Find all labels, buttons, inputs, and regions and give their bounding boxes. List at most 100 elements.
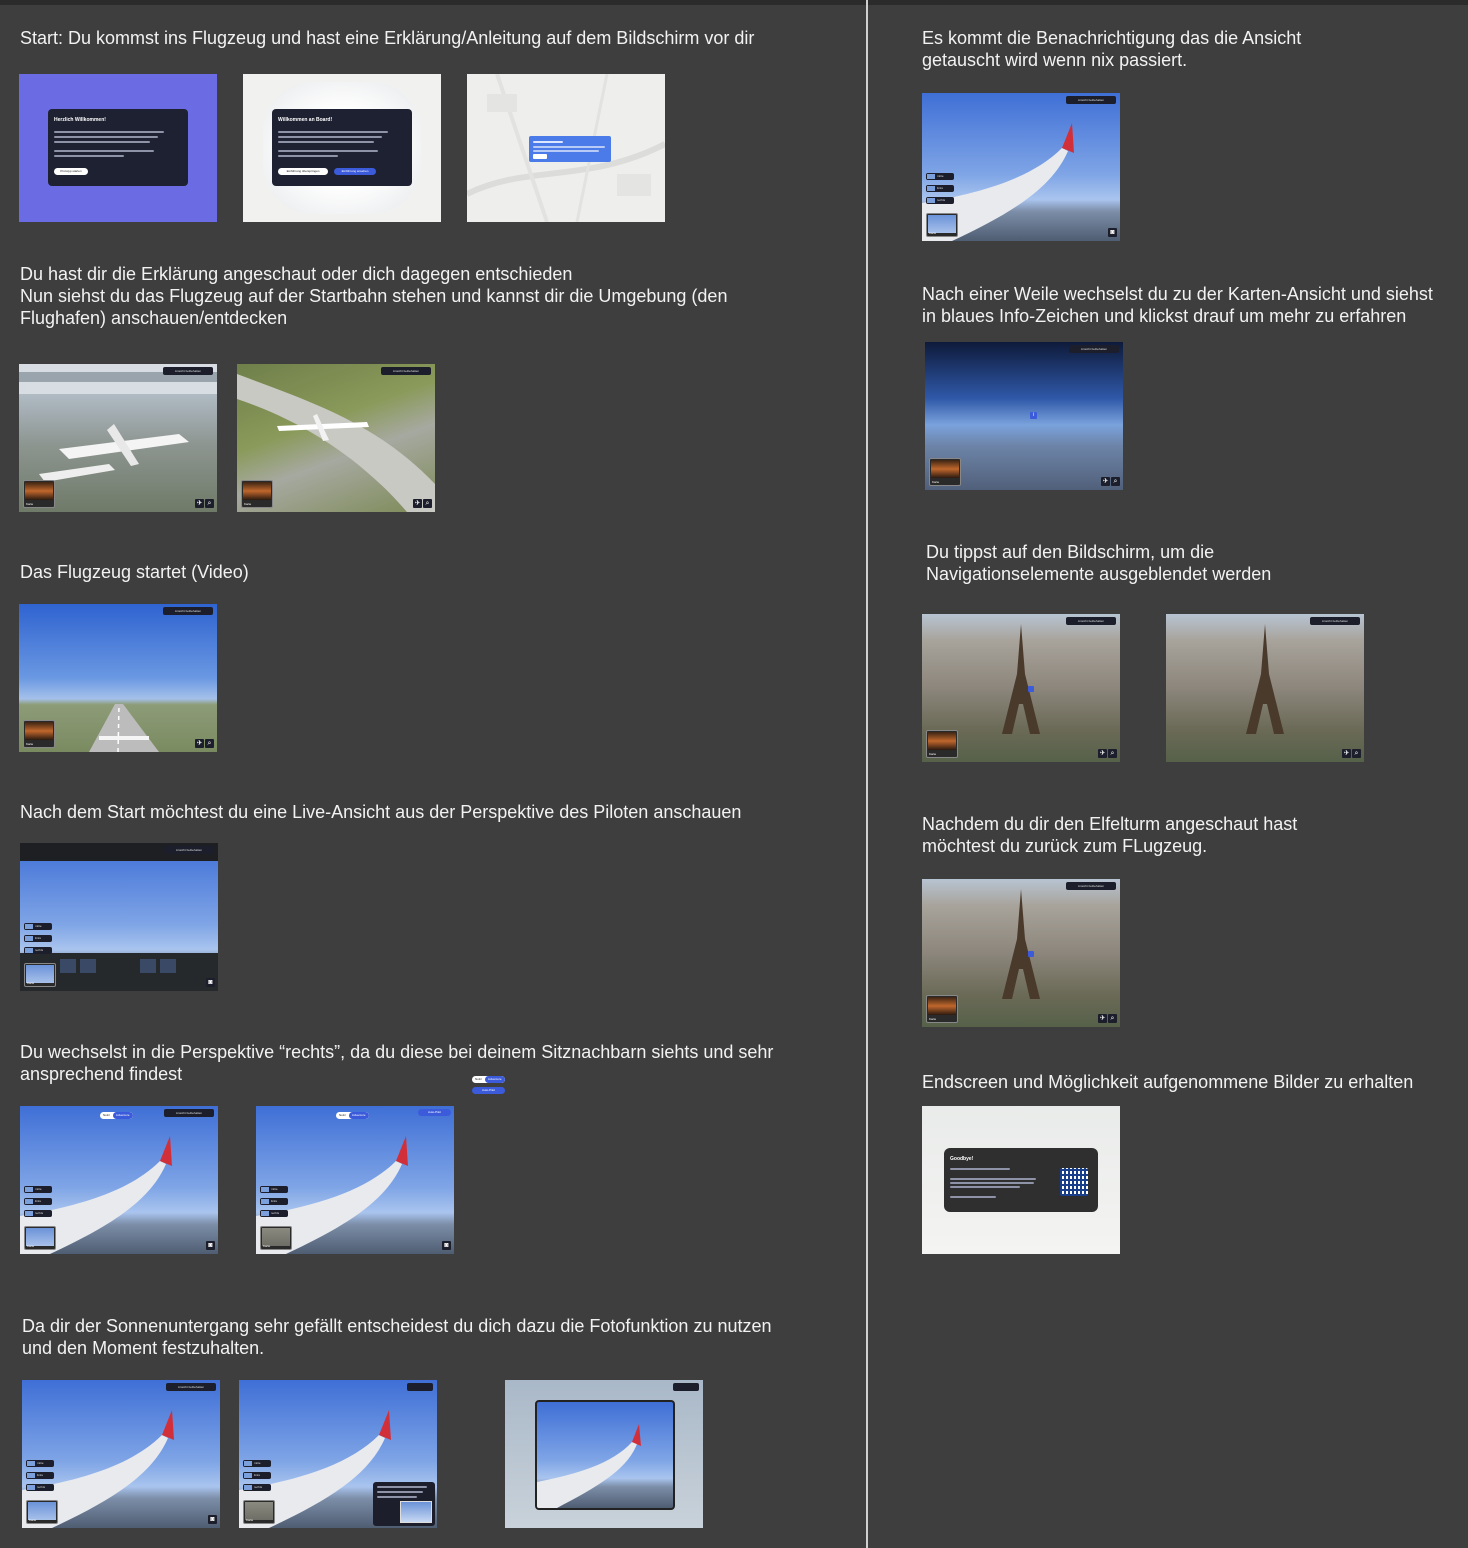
camera-icon[interactable]: ◙: [1108, 228, 1117, 237]
screen-photo-2: mitte links rechts Karte: [239, 1380, 437, 1528]
nav-icons: ◙: [442, 1241, 451, 1250]
nav-icons: ✈ ⌕: [1098, 1014, 1117, 1023]
airplane-icon[interactable]: ✈: [413, 499, 422, 508]
goodbye-modal: Goodbye!: [944, 1148, 1098, 1212]
wing-scene: [537, 1424, 641, 1508]
keep-view-button[interactable]: Ansicht beibehalten: [381, 367, 431, 375]
camera-thumbnail[interactable]: Karte: [241, 480, 273, 508]
keep-view-button[interactable]: Ansicht beibehalten: [166, 1383, 216, 1391]
mode-toggle[interactable]: Notiz Adventure: [336, 1112, 369, 1119]
search-icon[interactable]: ⌕: [1108, 749, 1117, 758]
screen-airport-2: Ansicht beibehalten Karte ✈ ⌕: [237, 364, 435, 512]
perspective-rechts[interactable]: rechts: [243, 1484, 271, 1491]
perspective-mitte[interactable]: mitte: [260, 1186, 288, 1193]
map-thumbnail[interactable]: Karte: [260, 1226, 292, 1250]
text-line: [54, 141, 150, 143]
keep-view-button[interactable]: Ansicht beibehalten: [163, 367, 213, 375]
perspective-rechts[interactable]: rechts: [24, 1210, 52, 1217]
text-line: [54, 150, 154, 152]
camera-icon[interactable]: ◙: [208, 1515, 217, 1524]
search-icon[interactable]: ⌕: [205, 739, 214, 748]
perspective-links[interactable]: links: [24, 935, 52, 942]
text-line: [950, 1182, 1034, 1184]
perspective-mitte[interactable]: mitte: [926, 173, 954, 180]
camera-thumbnail[interactable]: Karte: [24, 963, 56, 987]
nav-icons: ✈ ⌕: [413, 499, 432, 508]
auto-pilot-badge[interactable]: Auto-Pilot: [418, 1109, 451, 1116]
screen-photo-1: Ansicht beibehalten mitte links rechts K…: [22, 1380, 220, 1528]
right-step-5-text: Endscreen und Möglichkeit aufgenommene B…: [922, 1072, 1414, 1092]
airplane-icon[interactable]: ✈: [1098, 749, 1107, 758]
auto-pilot-badge-sample[interactable]: Auto-Pilot: [472, 1087, 505, 1094]
start-prototype-button[interactable]: Prototyp starten: [54, 168, 88, 175]
airplane-icon[interactable]: ✈: [1098, 1014, 1107, 1023]
camera-thumbnail[interactable]: Karte: [929, 458, 961, 486]
info-icon[interactable]: i: [1030, 412, 1037, 419]
camera-icon[interactable]: ◙: [206, 1241, 215, 1250]
text-line: [950, 1178, 1036, 1180]
perspective-mitte[interactable]: mitte: [26, 1460, 54, 1467]
screen-intro-map: [467, 74, 665, 222]
info-icon[interactable]: [1028, 686, 1034, 692]
keep-view-button[interactable]: Ansicht beibehalten: [1066, 882, 1116, 890]
screen-eiffel-3: Ansicht beibehalten Karte ✈ ⌕: [922, 879, 1120, 1027]
search-icon[interactable]: ⌕: [1111, 477, 1120, 486]
photo-preview-image[interactable]: [400, 1501, 432, 1523]
search-icon[interactable]: ⌕: [423, 499, 432, 508]
keep-view-button[interactable]: Ansicht beibehalten: [164, 1109, 214, 1117]
nav-icons: ◙: [1108, 228, 1117, 237]
keep-view-button[interactable]: Ansicht beibehalten: [163, 607, 213, 615]
camera-thumbnail[interactable]: Karte: [26, 1500, 58, 1524]
perspective-rechts[interactable]: rechts: [926, 197, 954, 204]
view-intro-button[interactable]: Einführung ansehen: [334, 168, 376, 175]
perspective-rechts[interactable]: rechts: [26, 1484, 54, 1491]
keep-view-button[interactable]: Ansicht beibehalten: [1066, 617, 1116, 625]
right-step-1-line-1: Es kommt die Benachrichtigung das die An…: [922, 28, 1302, 48]
nav-icons: ◙: [206, 978, 215, 987]
keep-view-button[interactable]: Ansicht beibehalten: [1069, 345, 1119, 353]
perspective-links[interactable]: links: [26, 1472, 54, 1479]
camera-thumbnail[interactable]: Karte: [24, 1226, 56, 1250]
text-line: [278, 141, 374, 143]
perspective-links[interactable]: links: [24, 1198, 52, 1205]
perspective-mitte[interactable]: mitte: [24, 923, 52, 930]
step-4-text: Nach dem Start möchtest du eine Live-Ans…: [20, 802, 742, 822]
tooltip-next-button[interactable]: [533, 154, 547, 159]
camera-icon[interactable]: ◙: [442, 1241, 451, 1250]
camera-thumbnail[interactable]: Karte: [926, 213, 958, 237]
mode-toggle[interactable]: Notiz Adventure: [100, 1112, 133, 1119]
perspective-links[interactable]: links: [926, 185, 954, 192]
search-icon[interactable]: ⌕: [1108, 1014, 1117, 1023]
map-thumbnail[interactable]: Karte: [243, 1500, 275, 1524]
camera-thumbnail[interactable]: Karte: [23, 720, 55, 748]
airplane-icon[interactable]: ✈: [195, 499, 204, 508]
qr-code[interactable]: [1060, 1168, 1088, 1196]
info-icon[interactable]: [1028, 951, 1034, 957]
eiffel-tower: [1246, 624, 1284, 734]
perspective-links[interactable]: links: [260, 1198, 288, 1205]
perspective-rechts[interactable]: rechts: [24, 947, 52, 954]
airplane-icon[interactable]: ✈: [1101, 477, 1110, 486]
step-2-line-1: Du hast dir die Erklärung angeschaut ode…: [20, 264, 573, 284]
skip-intro-button[interactable]: Einführung überspringen: [278, 168, 328, 175]
perspective-rechts[interactable]: rechts: [260, 1210, 288, 1217]
photo-mode-badge[interactable]: [673, 1383, 699, 1391]
camera-thumbnail[interactable]: Karte: [926, 995, 958, 1023]
keep-view-button[interactable]: Ansicht beibehalten: [1066, 96, 1116, 104]
keep-view-button[interactable]: Ansicht beibehalten: [1310, 617, 1360, 625]
airplane-icon[interactable]: ✈: [1342, 749, 1351, 758]
right-step-3-text: Du tippst auf den Bildschirm, um die Nav…: [926, 541, 1271, 585]
keep-view-button[interactable]: Ansicht beibehalten: [164, 846, 214, 854]
airplane-icon[interactable]: ✈: [195, 739, 204, 748]
search-icon[interactable]: ⌕: [1352, 749, 1361, 758]
camera-thumbnail[interactable]: Karte: [926, 730, 958, 758]
screen-wing-1: Notiz Adventure Ansicht beibehalten mitte…: [20, 1106, 218, 1254]
search-icon[interactable]: ⌕: [205, 499, 214, 508]
perspective-mitte[interactable]: mitte: [243, 1460, 271, 1467]
camera-thumbnail[interactable]: Karte: [23, 480, 55, 508]
photo-mode-badge[interactable]: [407, 1383, 433, 1391]
perspective-mitte[interactable]: mitte: [24, 1186, 52, 1193]
mode-toggle-sample[interactable]: Notiz Adventure: [472, 1076, 505, 1083]
perspective-links[interactable]: links: [243, 1472, 271, 1479]
camera-icon[interactable]: ◙: [206, 978, 215, 987]
